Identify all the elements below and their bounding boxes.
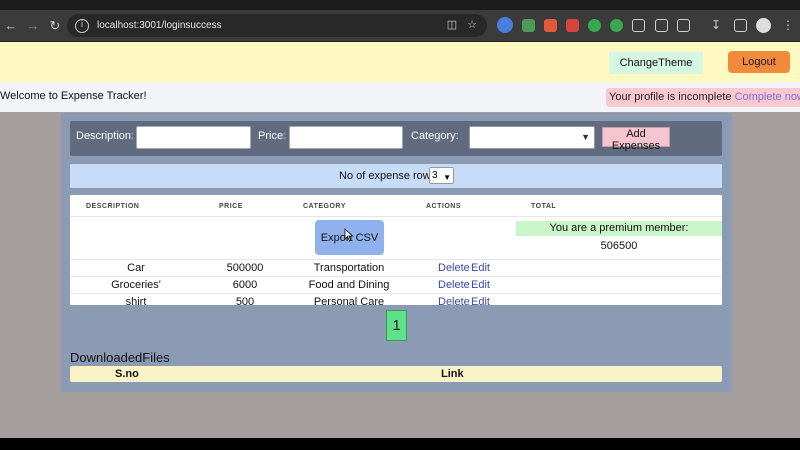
delete-link[interactable]: Delete <box>438 279 470 291</box>
expense-price: 500 <box>235 296 255 308</box>
rows-per-page-value: 3 <box>432 170 438 181</box>
column-header-total: TOTAL <box>531 203 557 210</box>
downloaded-files-header: S.no Link <box>70 366 722 382</box>
expense-description: Car <box>127 262 145 274</box>
extension-icon[interactable] <box>497 17 513 33</box>
profile-incomplete-text: Your profile is incomplete <box>609 91 732 103</box>
forward-arrow-icon[interactable]: → <box>22 15 44 37</box>
column-header-price: PRICE <box>219 203 243 210</box>
expense-price: 500000 <box>226 262 264 274</box>
change-theme-button[interactable]: ChangeTheme <box>609 52 703 74</box>
category-label: Category: <box>411 130 459 142</box>
edit-link[interactable]: Edit <box>471 296 490 308</box>
column-header-link: Link <box>441 368 464 380</box>
extensions-icon[interactable] <box>677 19 690 32</box>
app-header: ChangeTheme Logout <box>0 42 800 82</box>
rows-per-page-select[interactable]: 3 ▼ <box>429 167 454 184</box>
divider <box>70 259 722 260</box>
site-info-icon[interactable]: i <box>75 18 89 33</box>
add-expenses-button[interactable]: Add Expenses <box>602 127 670 152</box>
expense-table: DESCRIPTION PRICE CATEGORY ACTIONS TOTAL… <box>70 195 722 308</box>
rows-per-page-bar: No of expense rows: 3 ▼ <box>70 164 722 188</box>
screen-bottom-edge <box>0 438 800 450</box>
column-header-sno: S.no <box>115 368 139 380</box>
url-text: localhost:3001/loginsuccess <box>97 20 222 31</box>
menu-icon[interactable]: ⋮ <box>782 19 795 32</box>
category-select[interactable]: ▼ <box>469 126 595 149</box>
price-input[interactable] <box>289 126 403 149</box>
address-bar[interactable]: i localhost:3001/loginsuccess ◫ ☆ <box>67 14 487 37</box>
extension-icon[interactable] <box>544 19 557 32</box>
downloaded-files-title: DownloadedFiles <box>70 350 170 365</box>
expense-form: Description: Price: Category: ▼ Add Expe… <box>70 121 722 156</box>
rows-per-page-label: No of expense rows: <box>339 170 440 182</box>
divider <box>70 216 722 217</box>
description-input[interactable] <box>136 126 251 149</box>
edit-link[interactable]: Edit <box>471 262 490 274</box>
column-header-actions: ACTIONS <box>426 203 461 210</box>
divider <box>70 276 722 277</box>
browser-tab-strip <box>0 0 800 10</box>
install-app-icon[interactable]: ◫ <box>447 18 457 31</box>
welcome-bar: Welcome to Expense Tracker! Your profile… <box>0 82 800 112</box>
extension-icon[interactable] <box>610 19 623 32</box>
download-icon[interactable]: ↧ <box>711 19 724 32</box>
page: ChangeTheme Logout Welcome to Expense Tr… <box>0 42 800 438</box>
extension-icon[interactable] <box>632 19 645 32</box>
reload-icon[interactable]: ↻ <box>44 15 66 37</box>
logout-button[interactable]: Logout <box>728 51 790 73</box>
column-header-category: CATEGORY <box>303 203 346 210</box>
premium-member-badge: You are a premium member: <box>516 221 722 236</box>
price-label: Price: <box>258 130 287 142</box>
column-header-description: DESCRIPTION <box>86 203 140 210</box>
profile-incomplete-banner: Your profile is incomplete Complete now! <box>606 88 800 107</box>
mouse-cursor-icon <box>344 228 354 242</box>
edit-link[interactable]: Edit <box>471 279 490 291</box>
delete-link[interactable]: Delete <box>438 262 470 274</box>
bookmark-star-icon[interactable]: ☆ <box>467 18 477 31</box>
extension-icon[interactable] <box>588 19 601 32</box>
pagination-page-button[interactable]: 1 <box>386 310 407 341</box>
expense-description: shirt <box>125 296 147 308</box>
chevron-down-icon: ▼ <box>581 132 590 142</box>
total-amount: 506500 <box>600 240 638 252</box>
chevron-down-icon: ▼ <box>443 173 451 182</box>
extension-icon[interactable] <box>566 19 579 32</box>
divider <box>70 293 722 294</box>
expense-category: Personal Care <box>313 296 385 308</box>
extension-icon[interactable] <box>522 19 535 32</box>
back-arrow-icon[interactable]: ← <box>0 15 22 37</box>
profile-avatar-icon[interactable] <box>756 18 771 33</box>
browser-toolbar: ← → ↻ i localhost:3001/loginsuccess ◫ ☆ … <box>0 10 800 41</box>
expense-category: Food and Dining <box>308 279 390 291</box>
complete-now-link[interactable]: Complete now! <box>735 91 800 103</box>
delete-link[interactable]: Delete <box>438 296 470 308</box>
description-label: Description: <box>76 130 135 142</box>
sidebar-icon[interactable] <box>734 19 747 32</box>
extension-icon[interactable] <box>655 19 668 32</box>
expense-category: Transportation <box>313 262 385 274</box>
welcome-text: Welcome to Expense Tracker! <box>0 90 147 102</box>
expense-price: 6000 <box>232 279 258 291</box>
expense-description: Groceries' <box>111 279 161 291</box>
